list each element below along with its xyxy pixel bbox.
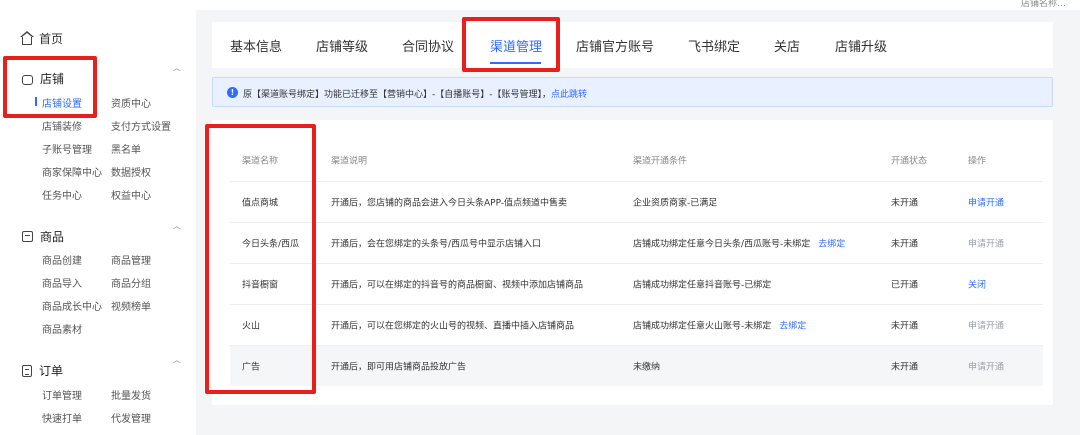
home-icon <box>20 30 34 45</box>
info-icon: ! <box>227 87 238 98</box>
tab-shop-level[interactable]: 店铺等级 <box>316 36 368 55</box>
sidebar-item[interactable]: 快速打单 <box>42 410 82 425</box>
user-menu[interactable]: 店铺名称… <box>1021 0 1066 9</box>
tab-close-shop[interactable]: 关店 <box>774 36 800 55</box>
sidebar-item[interactable]: 批量发货 <box>111 387 151 402</box>
sidebar-item[interactable]: 支付方式设置 <box>111 118 171 133</box>
sidebar-item-shop-settings[interactable]: 店铺设置 <box>42 95 82 110</box>
condition-text: 店铺成功绑定任意火山账号-未绑定 <box>633 321 772 332</box>
sidebar-item[interactable]: 商品管理 <box>111 252 151 267</box>
sidebar-item[interactable]: 商品成长中心 <box>42 298 102 313</box>
apply-open-button[interactable]: 申请开通 <box>968 196 1004 209</box>
sidebar: 首页 店铺 ^ 店铺设置 资质中心 店铺装修 支付方式设置 子账号管理 黑名单 … <box>0 10 196 435</box>
col-header-status: 开通状态 <box>891 156 928 167</box>
channel-desc: 开通后，会在您绑定的头条号/西瓜号中显示店铺入口 <box>331 239 542 250</box>
sidebar-item[interactable]: 商品素材 <box>42 321 82 336</box>
sidebar-home-label: 首页 <box>39 32 64 46</box>
active-tab-underline <box>490 62 541 64</box>
channel-desc: 开通后，可以在绑定的抖音号的商品橱窗、视频中添加店铺商品 <box>331 280 584 291</box>
sidebar-group-products[interactable]: 商品 <box>22 228 64 245</box>
col-header-action: 操作 <box>968 156 987 167</box>
sidebar-group-label: 订单 <box>39 364 64 378</box>
sidebar-item[interactable]: 代发管理 <box>111 410 151 425</box>
apply-open-button[interactable]: 申请开通 <box>968 360 1004 373</box>
channel-name: 值点商城 <box>242 198 279 209</box>
sidebar-item-home[interactable]: 首页 <box>20 30 64 47</box>
shop-icon <box>22 74 33 85</box>
tab-contract[interactable]: 合同协议 <box>402 36 454 55</box>
channel-name: 抖音橱窗 <box>242 280 279 291</box>
channel-condition: 企业资质商家-已满足 <box>633 198 718 209</box>
table-row: 值点商城 开通后，您店铺的商品会进入今日头条APP-值点频道中售卖 企业资质商家… <box>230 181 1043 222</box>
sidebar-group-label: 店铺 <box>40 72 65 86</box>
tab-shop-upgrade[interactable]: 店铺升级 <box>835 36 887 55</box>
col-header-condition: 渠道开通条件 <box>633 156 688 167</box>
notice-text: 原【渠道账号绑定】功能已迁移至【营销中心】-【自播账号】-【账号管理】，点此跳转 <box>243 87 587 100</box>
sidebar-item[interactable]: 权益中心 <box>111 187 151 202</box>
sidebar-item[interactable]: 子账号管理 <box>42 141 92 156</box>
sidebar-group-orders[interactable]: 订单 <box>22 362 63 379</box>
channel-desc: 开通后，可以在您绑定的火山号的视频、直播中插入店铺商品 <box>331 321 575 332</box>
channel-table: 渠道名称 渠道说明 渠道开通条件 开通状态 操作 值点商城 开通后，您店铺的商品… <box>212 120 1053 405</box>
sidebar-item[interactable]: 商品创建 <box>42 252 82 267</box>
channel-condition: 店铺成功绑定任意火山账号-未绑定 去绑定 <box>633 319 806 332</box>
apply-open-button[interactable]: 申请开通 <box>968 237 1004 250</box>
sidebar-item[interactable]: 视频榜单 <box>111 298 151 313</box>
table-row: 广告 开通后，即可用店铺商品投放广告 未缴纳 未开通 申请开通 <box>230 345 1043 386</box>
col-header-name: 渠道名称 <box>242 156 279 167</box>
sidebar-item[interactable]: 商家保障中心 <box>42 164 102 179</box>
col-header-desc: 渠道说明 <box>331 156 368 167</box>
sidebar-item[interactable]: 资质中心 <box>111 95 151 110</box>
chevron-up-icon[interactable]: ^ <box>171 68 182 78</box>
sidebar-item[interactable]: 商品导入 <box>42 275 82 290</box>
sidebar-item[interactable]: 任务中心 <box>42 187 82 202</box>
channel-name: 广告 <box>242 362 261 373</box>
table-row: 火山 开通后，可以在您绑定的火山号的视频、直播中插入店铺商品 店铺成功绑定任意火… <box>230 304 1043 345</box>
channel-name: 今日头条/西瓜 <box>242 239 300 250</box>
active-indicator <box>35 97 37 106</box>
notice-banner: ! 原【渠道账号绑定】功能已迁移至【营销中心】-【自播账号】-【账号管理】，点此… <box>212 77 1053 107</box>
notice-jump-link[interactable]: 点此跳转 <box>551 90 587 100</box>
table-header: 渠道名称 渠道说明 渠道开通条件 开通状态 操作 <box>230 140 1043 180</box>
tab-channel-management[interactable]: 渠道管理 <box>490 36 542 55</box>
top-bar: 店铺名称… <box>0 0 1080 10</box>
sidebar-item[interactable]: 店铺装修 <box>42 118 82 133</box>
channel-desc: 开通后，您店铺的商品会进入今日头条APP-值点频道中售卖 <box>331 198 568 209</box>
sidebar-group-label: 商品 <box>40 230 65 244</box>
condition-text: 店铺成功绑定任意今日头条/西瓜账号-未绑定 <box>633 239 811 250</box>
sidebar-item[interactable]: 商品分组 <box>111 275 151 290</box>
channel-status: 未开通 <box>891 321 919 332</box>
sidebar-item[interactable]: 黑名单 <box>111 141 141 156</box>
sidebar-item[interactable]: 数据授权 <box>111 164 151 179</box>
channel-condition: 未缴纳 <box>633 362 661 373</box>
sidebar-item[interactable]: 订单管理 <box>42 387 82 402</box>
tab-basic-info[interactable]: 基本信息 <box>230 36 282 55</box>
channel-name: 火山 <box>242 321 261 332</box>
sidebar-group-shop[interactable]: 店铺 <box>22 70 64 87</box>
product-icon <box>22 231 33 242</box>
channel-condition: 店铺成功绑定任意抖音账号-已绑定 <box>633 280 772 291</box>
order-icon <box>22 364 32 377</box>
notice-message: 原【渠道账号绑定】功能已迁移至【营销中心】-【自播账号】-【账号管理】， <box>243 90 551 100</box>
channel-status: 未开通 <box>891 198 919 209</box>
tab-bar: 基本信息 店铺等级 合同协议 渠道管理 店铺官方账号 飞书绑定 关店 店铺升级 <box>212 22 1053 68</box>
channel-status: 未开通 <box>891 362 919 373</box>
tab-feishu-binding[interactable]: 飞书绑定 <box>688 36 740 55</box>
tab-official-account[interactable]: 店铺官方账号 <box>576 36 654 55</box>
apply-open-button[interactable]: 申请开通 <box>968 319 1004 332</box>
chevron-up-icon[interactable]: ^ <box>171 226 182 236</box>
channel-condition: 店铺成功绑定任意今日头条/西瓜账号-未绑定 去绑定 <box>633 237 845 250</box>
chevron-up-icon[interactable]: ^ <box>171 360 182 370</box>
channel-status: 未开通 <box>891 239 919 250</box>
close-channel-button[interactable]: 关闭 <box>968 278 986 291</box>
table-row: 今日头条/西瓜 开通后，会在您绑定的头条号/西瓜号中显示店铺入口 店铺成功绑定任… <box>230 222 1043 263</box>
bind-link[interactable]: 去绑定 <box>818 240 845 250</box>
channel-status: 已开通 <box>891 280 919 291</box>
channel-desc: 开通后，即可用店铺商品投放广告 <box>331 362 467 373</box>
table-row: 抖音橱窗 开通后，可以在绑定的抖音号的商品橱窗、视频中添加店铺商品 店铺成功绑定… <box>230 263 1043 304</box>
bind-link[interactable]: 去绑定 <box>779 322 806 332</box>
